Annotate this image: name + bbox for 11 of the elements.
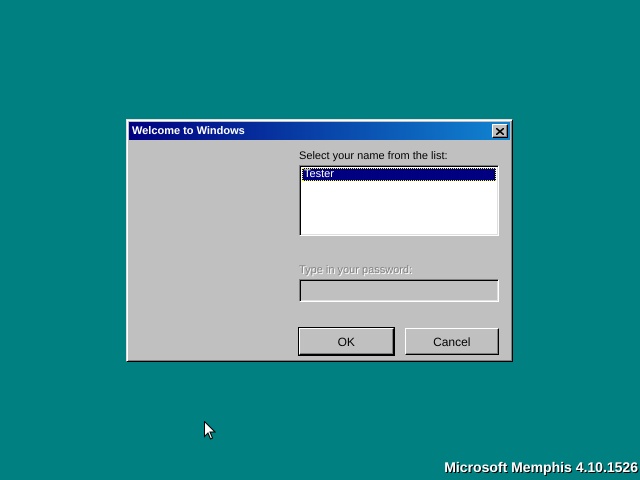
- ok-button[interactable]: OK: [299, 328, 394, 355]
- window-title: Welcome to Windows: [132, 124, 245, 139]
- close-icon: [496, 128, 504, 134]
- close-button[interactable]: [492, 124, 508, 138]
- mouse-pointer-icon: [204, 421, 216, 440]
- password-label: Type in your password:: [299, 264, 414, 277]
- user-list[interactable]: Tester: [299, 165, 499, 236]
- user-list-item[interactable]: Tester: [302, 168, 496, 181]
- user-list-label: Select your name from the list:: [299, 150, 449, 163]
- cancel-button[interactable]: Cancel: [404, 328, 499, 355]
- version-text: Microsoft Memphis 4.10.1526: [444, 458, 638, 477]
